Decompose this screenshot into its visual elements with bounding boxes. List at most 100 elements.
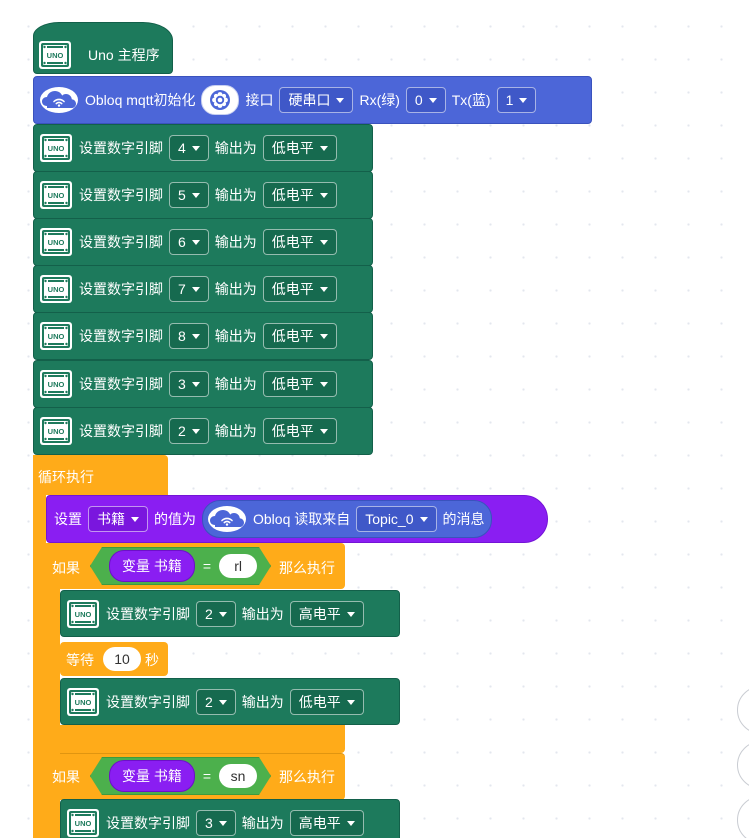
pin-dropdown[interactable]: 5 — [169, 182, 209, 208]
rx-dropdown[interactable]: 0 — [405, 87, 446, 113]
if-block-1-footer — [46, 725, 345, 753]
set-pin-block[interactable]: 设置数字引脚 6 输出为 低电平 — [33, 218, 373, 266]
pin-dropdown[interactable]: 3 — [169, 371, 209, 397]
pin-label: 设置数字引脚 — [106, 814, 190, 831]
caret-down-icon — [346, 699, 355, 705]
topic-dropdown[interactable]: Topic_0 — [356, 506, 437, 532]
wait-unit-label: 秒 — [145, 652, 159, 668]
obloq-init-block[interactable]: Obloq mqtt初始化 接口 硬串口 Rx(绿) 0 Tx(蓝) 1 — [33, 76, 592, 124]
caret-down-icon — [191, 240, 200, 245]
output-label: 输出为 — [214, 376, 257, 392]
uno-board-icon — [39, 369, 73, 399]
gear-icon — [210, 90, 231, 110]
output-label: 输出为 — [241, 693, 284, 710]
level-dropdown[interactable]: 低电平 — [262, 276, 337, 302]
set-pin-block[interactable]: 设置数字引脚 3 输出为 高电平 — [60, 799, 400, 838]
reporter-label: Obloq 读取来自 — [253, 511, 351, 527]
pin-value: 2 — [178, 423, 186, 439]
rx-value: 0 — [414, 92, 423, 108]
level-value: 低电平 — [271, 376, 314, 392]
pin-dropdown[interactable]: 3 — [196, 809, 236, 836]
wait-seconds-input[interactable]: 10 — [103, 647, 141, 671]
set-pin-block[interactable]: 设置数字引脚 7 输出为 低电平 — [33, 265, 373, 313]
caret-down-icon — [191, 287, 200, 292]
uno-board-icon — [39, 227, 73, 257]
obloq-read-reporter[interactable]: Obloq 读取来自 Topic_0 的消息 — [202, 500, 492, 538]
tx-dropdown[interactable]: 1 — [496, 87, 537, 113]
loop-label: 循环执行 — [38, 469, 94, 485]
cloud-wifi-icon — [39, 85, 79, 115]
settings-button[interactable] — [201, 85, 240, 115]
output-label: 输出为 — [241, 605, 284, 622]
set-pin-block[interactable]: 设置数字引脚 2 输出为 低电平 — [33, 407, 373, 455]
equals-operator[interactable]: 变量 书籍 = rl — [90, 547, 271, 585]
pin-dropdown[interactable]: 2 — [196, 600, 236, 627]
caret-down-icon — [319, 146, 328, 151]
set-pin-block[interactable]: 设置数字引脚 4 输出为 低电平 — [33, 124, 373, 172]
equals-sign: = — [202, 768, 212, 784]
then-label: 那么执行 — [279, 560, 335, 576]
loop-block-arm — [33, 455, 46, 838]
pin-dropdown[interactable]: 7 — [169, 276, 209, 302]
equals-sign: = — [202, 558, 212, 574]
set-pin-block[interactable]: 设置数字引脚 2 输出为 低电平 — [60, 678, 400, 725]
equals-operator[interactable]: 变量 书籍 = sn — [90, 757, 271, 795]
set-variable-block[interactable]: 设置 书籍 的值为 Obloq 读取来自 Topic_0 的消息 — [46, 495, 548, 543]
pin-dropdown[interactable]: 2 — [169, 418, 209, 444]
pin-label: 设置数字引脚 — [106, 693, 190, 710]
pin-value: 5 — [178, 187, 186, 203]
level-value: 低电平 — [271, 328, 314, 344]
message-label: 的消息 — [442, 511, 485, 527]
level-dropdown[interactable]: 低电平 — [262, 323, 337, 349]
variable-dropdown[interactable]: 书籍 — [88, 506, 148, 532]
uno-board-icon — [66, 808, 100, 838]
caret-down-icon — [218, 611, 227, 617]
set-pin-block[interactable]: 设置数字引脚 3 输出为 低电平 — [33, 360, 373, 408]
set-pin-block[interactable]: 设置数字引脚 2 输出为 高电平 — [60, 590, 400, 637]
output-label: 输出为 — [214, 281, 257, 297]
zoom-out-button[interactable] — [737, 741, 749, 789]
cloud-wifi-icon — [207, 504, 247, 534]
level-dropdown[interactable]: 低电平 — [262, 135, 337, 161]
pin-dropdown[interactable]: 2 — [196, 688, 236, 715]
caret-down-icon — [319, 382, 328, 387]
uno-board-icon — [38, 40, 72, 73]
uno-board-icon — [39, 321, 73, 351]
pin-label: 设置数字引脚 — [79, 281, 163, 297]
pin-dropdown[interactable]: 4 — [169, 135, 209, 161]
output-label: 输出为 — [214, 187, 257, 203]
variable-reporter[interactable]: 变量 书籍 — [109, 550, 195, 582]
level-dropdown[interactable]: 低电平 — [262, 418, 337, 444]
level-dropdown[interactable]: 低电平 — [289, 688, 364, 715]
rx-label: Rx(绿) — [359, 92, 400, 108]
pin-label: 设置数字引脚 — [106, 605, 190, 622]
pin-dropdown[interactable]: 6 — [169, 229, 209, 255]
port-dropdown[interactable]: 硬串口 — [279, 87, 354, 113]
pin-label: 设置数字引脚 — [79, 234, 163, 250]
hat-label: Uno 主程序 — [88, 47, 160, 63]
zoom-in-button[interactable] — [737, 686, 749, 734]
pin-value: 2 — [205, 605, 213, 622]
output-label: 输出为 — [214, 234, 257, 250]
set-pin-block[interactable]: 设置数字引脚 8 输出为 低电平 — [33, 312, 373, 360]
set-pin-block[interactable]: 设置数字引脚 5 输出为 低电平 — [33, 171, 373, 219]
compare-value-input[interactable]: sn — [219, 764, 257, 788]
uno-board-icon — [39, 274, 73, 304]
level-dropdown[interactable]: 低电平 — [262, 371, 337, 397]
level-dropdown[interactable]: 低电平 — [262, 229, 337, 255]
compare-value-input[interactable]: rl — [219, 554, 257, 578]
level-dropdown[interactable]: 低电平 — [262, 182, 337, 208]
uno-board-icon — [39, 133, 73, 163]
level-dropdown[interactable]: 高电平 — [289, 809, 364, 836]
tx-label: Tx(蓝) — [451, 92, 491, 108]
zoom-reset-button[interactable] — [737, 796, 749, 838]
level-dropdown[interactable]: 高电平 — [289, 600, 364, 627]
output-label: 输出为 — [241, 814, 284, 831]
pin-dropdown[interactable]: 8 — [169, 323, 209, 349]
variable-reporter[interactable]: 变量 书籍 — [109, 760, 195, 792]
set-label: 设置 — [54, 511, 82, 527]
caret-down-icon — [419, 517, 428, 522]
caret-down-icon — [131, 517, 139, 522]
level-value: 低电平 — [271, 234, 314, 250]
port-label: 接口 — [245, 92, 274, 108]
